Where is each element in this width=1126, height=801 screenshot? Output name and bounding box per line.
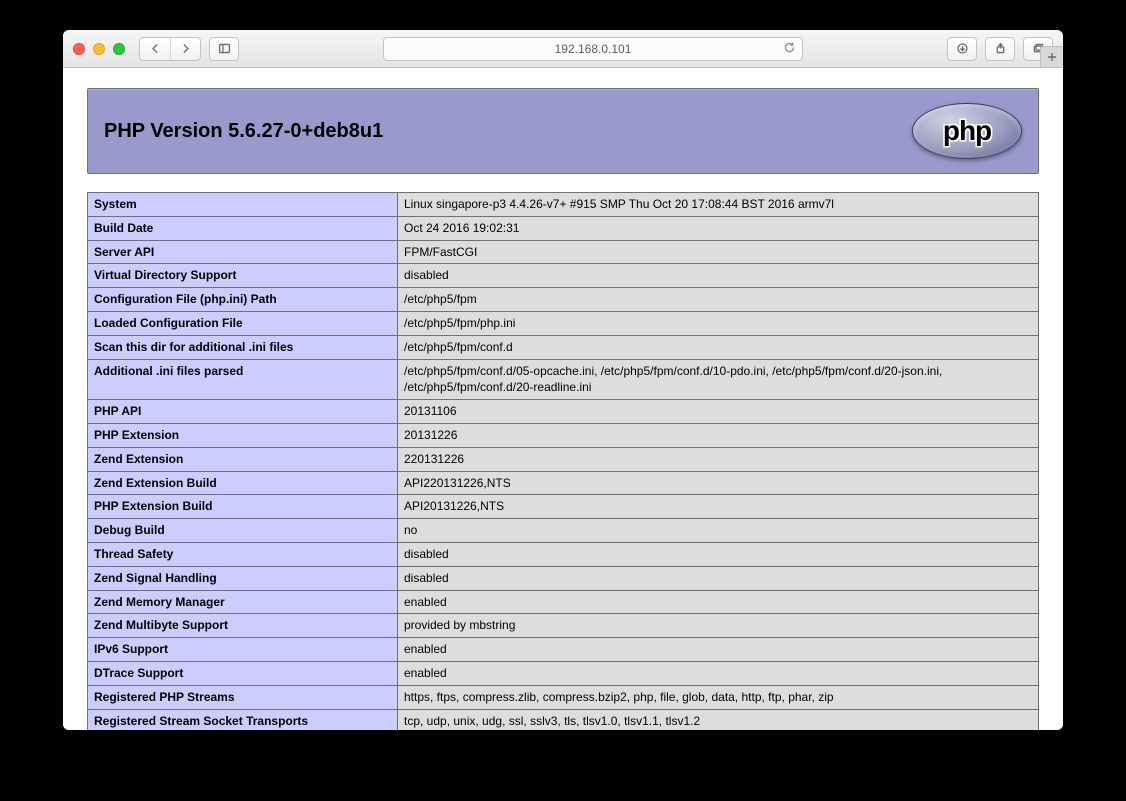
phpinfo-key: Zend Multibyte Support: [88, 614, 398, 638]
phpinfo-value: https, ftps, compress.zlib, compress.bzi…: [398, 685, 1039, 709]
phpinfo-key: Server API: [88, 240, 398, 264]
table-row: Thread Safetydisabled: [88, 542, 1039, 566]
phpinfo-key: PHP Extension Build: [88, 495, 398, 519]
window-controls: [73, 43, 125, 55]
sidebar-toggle-button[interactable]: [209, 37, 239, 61]
table-row: Zend Multibyte Supportprovided by mbstri…: [88, 614, 1039, 638]
forward-button[interactable]: [170, 38, 200, 60]
phpinfo-key: Build Date: [88, 216, 398, 240]
phpinfo-value: /etc/php5/fpm/conf.d/05-opcache.ini, /et…: [398, 359, 1039, 400]
page-viewport[interactable]: PHP Version 5.6.27-0+deb8u1 php SystemLi…: [63, 68, 1063, 730]
phpinfo-key: Additional .ini files parsed: [88, 359, 398, 400]
phpinfo-value: enabled: [398, 661, 1039, 685]
phpinfo-value: disabled: [398, 264, 1039, 288]
phpinfo-value: enabled: [398, 590, 1039, 614]
table-row: Zend Extension BuildAPI220131226,NTS: [88, 471, 1039, 495]
back-button[interactable]: [140, 38, 170, 60]
phpinfo-key: Loaded Configuration File: [88, 311, 398, 335]
table-row: PHP API20131106: [88, 400, 1039, 424]
phpinfo-key: Zend Extension: [88, 447, 398, 471]
table-row: Zend Extension220131226: [88, 447, 1039, 471]
php-logo: php: [912, 103, 1022, 159]
table-row: Configuration File (php.ini) Path/etc/ph…: [88, 288, 1039, 312]
zoom-window-button[interactable]: [113, 43, 125, 55]
table-row: Registered PHP Streamshttps, ftps, compr…: [88, 685, 1039, 709]
phpinfo-value: provided by mbstring: [398, 614, 1039, 638]
phpinfo-key: Zend Signal Handling: [88, 566, 398, 590]
php-logo-text: php: [943, 115, 991, 147]
table-row: Zend Signal Handlingdisabled: [88, 566, 1039, 590]
address-text: 192.168.0.101: [555, 42, 632, 56]
phpinfo-key: DTrace Support: [88, 661, 398, 685]
phpinfo-value: FPM/FastCGI: [398, 240, 1039, 264]
phpinfo-value: API220131226,NTS: [398, 471, 1039, 495]
phpinfo-value: disabled: [398, 566, 1039, 590]
browser-toolbar: 192.168.0.101: [63, 30, 1063, 68]
new-tab-button[interactable]: [1040, 46, 1063, 68]
phpinfo-value: 220131226: [398, 447, 1039, 471]
phpinfo-value: disabled: [398, 542, 1039, 566]
phpinfo-key: PHP Extension: [88, 423, 398, 447]
phpinfo-key: IPv6 Support: [88, 638, 398, 662]
nav-back-forward-group: [139, 37, 201, 61]
table-row: Loaded Configuration File/etc/php5/fpm/p…: [88, 311, 1039, 335]
table-row: Registered Stream Socket Transportstcp, …: [88, 709, 1039, 730]
close-window-button[interactable]: [73, 43, 85, 55]
phpinfo-value: /etc/php5/fpm/php.ini: [398, 311, 1039, 335]
table-row: PHP Extension BuildAPI20131226,NTS: [88, 495, 1039, 519]
phpinfo-value: /etc/php5/fpm/conf.d: [398, 335, 1039, 359]
phpinfo-key: Virtual Directory Support: [88, 264, 398, 288]
share-button[interactable]: [985, 37, 1015, 61]
phpinfo-key: Registered Stream Socket Transports: [88, 709, 398, 730]
phpinfo-table: SystemLinux singapore-p3 4.4.26-v7+ #915…: [87, 192, 1039, 730]
page-title: PHP Version 5.6.27-0+deb8u1: [104, 120, 383, 143]
phpinfo-value: Oct 24 2016 19:02:31: [398, 216, 1039, 240]
phpinfo-key: Configuration File (php.ini) Path: [88, 288, 398, 312]
phpinfo-value: 20131106: [398, 400, 1039, 424]
minimize-window-button[interactable]: [93, 43, 105, 55]
phpinfo-header: PHP Version 5.6.27-0+deb8u1 php: [87, 88, 1039, 174]
table-row: Virtual Directory Supportdisabled: [88, 264, 1039, 288]
table-row: DTrace Supportenabled: [88, 661, 1039, 685]
phpinfo-page: PHP Version 5.6.27-0+deb8u1 php SystemLi…: [63, 68, 1063, 730]
toolbar-right-group: [947, 37, 1053, 61]
phpinfo-key: Thread Safety: [88, 542, 398, 566]
phpinfo-key: Zend Memory Manager: [88, 590, 398, 614]
table-row: Debug Buildno: [88, 519, 1039, 543]
phpinfo-value: /etc/php5/fpm: [398, 288, 1039, 312]
table-row: IPv6 Supportenabled: [88, 638, 1039, 662]
downloads-button[interactable]: [947, 37, 977, 61]
browser-window: 192.168.0.101: [63, 30, 1063, 730]
phpinfo-key: Registered PHP Streams: [88, 685, 398, 709]
table-row: Additional .ini files parsed/etc/php5/fp…: [88, 359, 1039, 400]
phpinfo-value: API20131226,NTS: [398, 495, 1039, 519]
table-row: Zend Memory Managerenabled: [88, 590, 1039, 614]
phpinfo-key: Debug Build: [88, 519, 398, 543]
table-row: SystemLinux singapore-p3 4.4.26-v7+ #915…: [88, 193, 1039, 217]
phpinfo-value: 20131226: [398, 423, 1039, 447]
phpinfo-value: Linux singapore-p3 4.4.26-v7+ #915 SMP T…: [398, 193, 1039, 217]
phpinfo-key: System: [88, 193, 398, 217]
phpinfo-value: no: [398, 519, 1039, 543]
table-row: Server APIFPM/FastCGI: [88, 240, 1039, 264]
phpinfo-value: enabled: [398, 638, 1039, 662]
table-row: PHP Extension20131226: [88, 423, 1039, 447]
phpinfo-key: Scan this dir for additional .ini files: [88, 335, 398, 359]
address-bar[interactable]: 192.168.0.101: [383, 37, 803, 61]
table-row: Scan this dir for additional .ini files/…: [88, 335, 1039, 359]
phpinfo-key: Zend Extension Build: [88, 471, 398, 495]
phpinfo-value: tcp, udp, unix, udg, ssl, sslv3, tls, tl…: [398, 709, 1039, 730]
table-row: Build DateOct 24 2016 19:02:31: [88, 216, 1039, 240]
phpinfo-key: PHP API: [88, 400, 398, 424]
reload-icon[interactable]: [783, 41, 796, 57]
